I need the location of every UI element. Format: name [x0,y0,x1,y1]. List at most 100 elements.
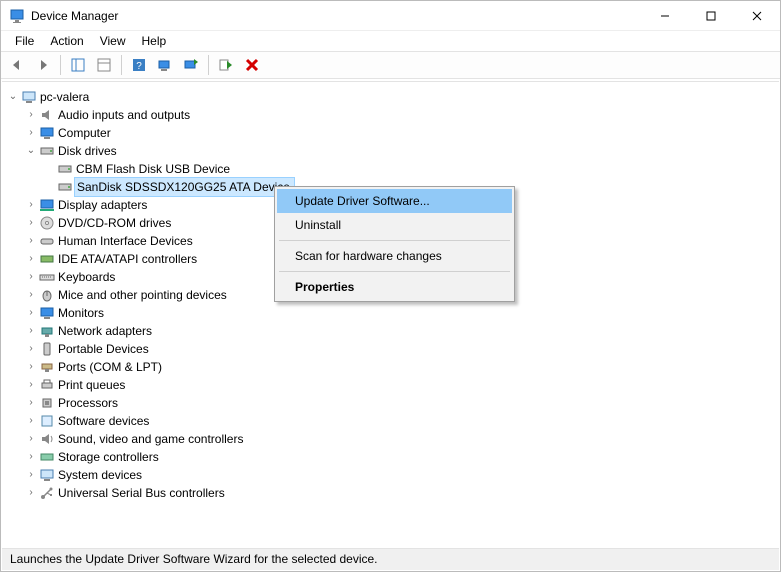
menu-file[interactable]: File [7,32,42,50]
enable-device-button[interactable] [214,53,238,77]
expander-icon[interactable]: › [24,448,38,466]
properties-button[interactable] [92,53,116,77]
window-title: Device Manager [31,9,642,23]
tree-label: Disk drives [56,142,117,160]
tree-label: Keyboards [56,268,115,286]
usb-icon [38,485,56,501]
tree-node-disk-drives[interactable]: ⌄ Disk drives [6,142,775,160]
tree-label: Mice and other pointing devices [56,286,227,304]
cpu-icon [38,395,56,411]
tree-label: SanDisk SDSSDX120GG25 ATA Device [74,177,295,197]
uninstall-button[interactable] [240,53,264,77]
tree-node-network[interactable]: › Network adapters [6,322,775,340]
expander-icon[interactable]: › [24,106,38,124]
tree-label: CBM Flash Disk USB Device [74,160,230,178]
port-icon [38,359,56,375]
tree-node-print-queues[interactable]: › Print queues [6,376,775,394]
device-tree-panel[interactable]: ⌄ pc-valera › Audio inputs and outputs ›… [2,81,779,547]
network-icon [38,323,56,339]
tree-node-system[interactable]: › System devices [6,466,775,484]
context-menu: Update Driver Software... Uninstall Scan… [274,186,515,302]
expander-icon[interactable]: › [24,286,38,304]
expander-icon[interactable]: › [24,214,38,232]
tree-node-storage[interactable]: › Storage controllers [6,448,775,466]
disk-icon [56,161,74,177]
svg-text:?: ? [136,61,142,72]
toolbar-separator [208,55,209,75]
tree-node-sound[interactable]: › Sound, video and game controllers [6,430,775,448]
sound-icon [38,431,56,447]
tree-label: Computer [56,124,111,142]
expander-icon[interactable]: › [24,196,38,214]
tree-node-usb[interactable]: › Universal Serial Bus controllers [6,484,775,502]
ctx-separator [279,240,510,241]
printer-icon [38,377,56,393]
keyboard-icon [38,269,56,285]
mouse-icon [38,287,56,303]
tree-label: Display adapters [56,196,147,214]
tree-node-ports[interactable]: › Ports (COM & LPT) [6,358,775,376]
speaker-icon [38,107,56,123]
storage-controller-icon [38,449,56,465]
update-driver-button[interactable] [179,53,203,77]
menu-view[interactable]: View [92,32,134,50]
help-button[interactable]: ? [127,53,151,77]
tree-node-processors[interactable]: › Processors [6,394,775,412]
toolbar: ? [1,51,780,79]
hid-icon [38,233,56,249]
tree-label: Universal Serial Bus controllers [56,484,225,502]
status-bar: Launches the Update Driver Software Wiza… [2,548,779,570]
toolbar-separator [121,55,122,75]
menu-action[interactable]: Action [42,32,91,50]
tree-node-software[interactable]: › Software devices [6,412,775,430]
disc-icon [38,215,56,231]
expander-icon[interactable]: › [24,484,38,502]
expander-icon[interactable]: › [24,250,38,268]
tree-node-computer[interactable]: › Computer [6,124,775,142]
tree-label: Portable Devices [56,340,149,358]
tree-node-monitors[interactable]: › Monitors [6,304,775,322]
tree-label: Sound, video and game controllers [56,430,243,448]
expander-icon[interactable]: › [24,322,38,340]
ctx-separator [279,271,510,272]
expander-icon[interactable]: › [24,232,38,250]
ide-icon [38,251,56,267]
expander-icon[interactable]: › [24,358,38,376]
tree-node-audio[interactable]: › Audio inputs and outputs [6,106,775,124]
expander-icon[interactable]: › [24,412,38,430]
tree-label: IDE ATA/ATAPI controllers [56,250,197,268]
expander-icon[interactable]: › [24,304,38,322]
ctx-update-driver[interactable]: Update Driver Software... [277,189,512,213]
close-button[interactable] [734,1,780,30]
tree-node-portable[interactable]: › Portable Devices [6,340,775,358]
expander-icon[interactable]: › [24,430,38,448]
expander-icon[interactable]: › [24,268,38,286]
display-adapter-icon [38,197,56,213]
tree-node-disk-child[interactable]: CBM Flash Disk USB Device [6,160,775,178]
expander-icon[interactable]: › [24,394,38,412]
minimize-button[interactable] [642,1,688,30]
disk-icon [38,143,56,159]
ctx-uninstall[interactable]: Uninstall [277,213,512,237]
expander-icon[interactable]: › [24,376,38,394]
disk-icon [56,179,74,195]
app-icon [9,8,25,24]
expander-icon[interactable]: ⌄ [24,142,38,160]
back-button[interactable] [5,53,29,77]
scan-hardware-button[interactable] [153,53,177,77]
software-icon [38,413,56,429]
tree-root[interactable]: ⌄ pc-valera [6,88,775,106]
forward-button[interactable] [31,53,55,77]
menu-help[interactable]: Help [134,32,175,50]
expander-icon[interactable]: › [24,466,38,484]
expander-icon[interactable]: ⌄ [6,88,20,106]
show-hide-tree-button[interactable] [66,53,90,77]
ctx-scan-hardware[interactable]: Scan for hardware changes [277,244,512,268]
ctx-properties[interactable]: Properties [277,275,512,299]
status-text: Launches the Update Driver Software Wiza… [10,552,378,566]
expander-icon[interactable]: › [24,340,38,358]
toolbar-separator [60,55,61,75]
computer-icon [20,89,38,105]
maximize-button[interactable] [688,1,734,30]
expander-icon[interactable]: › [24,124,38,142]
